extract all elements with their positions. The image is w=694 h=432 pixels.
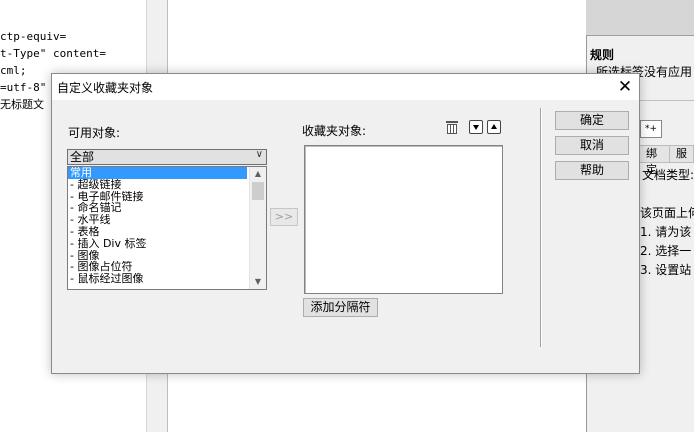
move-down-icon[interactable] bbox=[469, 120, 483, 134]
hint-line: 2. 选择一 bbox=[640, 244, 692, 258]
list-item[interactable]: - 鼠标经过图像 bbox=[68, 273, 247, 285]
rules-title: 规则 bbox=[590, 48, 615, 62]
trash-icon[interactable] bbox=[443, 120, 461, 134]
trash-lid bbox=[446, 121, 458, 123]
code-line: t-Type" content= bbox=[0, 47, 106, 60]
list-item[interactable]: - 电子邮件链接 bbox=[68, 191, 247, 203]
list-item[interactable]: - 表格 bbox=[68, 226, 247, 238]
available-objects-list[interactable]: 常用 - 超级链接 - 电子邮件链接 - 命名锚记 - 水平线 - 表格 - 插入 Div … bbox=[67, 166, 267, 290]
panel-divider bbox=[640, 100, 694, 101]
dialog-title: 自定义收藏夹对象 bbox=[57, 81, 154, 95]
favorites-objects-list[interactable] bbox=[304, 145, 503, 294]
list-item[interactable]: - 水平线 bbox=[68, 214, 247, 226]
dialog-titlebar[interactable]: 自定义收藏夹对象 ✕ bbox=[52, 74, 639, 100]
list-item[interactable]: - 超级链接 bbox=[68, 179, 247, 191]
add-separator-button[interactable]: 添加分隔符 bbox=[303, 298, 378, 317]
hint-line: 该页面上何 bbox=[640, 206, 694, 220]
list-item[interactable]: - 图像 bbox=[68, 250, 247, 262]
ok-button[interactable]: 确定 bbox=[555, 111, 629, 130]
code-line: ctp-equiv= bbox=[0, 30, 67, 43]
trash-can bbox=[447, 124, 457, 134]
list-scrollbar[interactable]: ▲ ▼ bbox=[249, 167, 266, 289]
list-item[interactable]: - 插入 Div 标签 bbox=[68, 238, 247, 250]
dialog-divider bbox=[540, 108, 542, 347]
scroll-down-icon[interactable]: ▼ bbox=[250, 275, 266, 289]
customize-favorites-dialog: 自定义收藏夹对象 ✕ 可用对象: 全部 ∨ 常用 - 超级链接 - 电子邮件链接 - … bbox=[51, 73, 640, 374]
scroll-up-icon[interactable]: ▲ bbox=[250, 167, 266, 181]
favorites-objects-label: 收藏夹对象: bbox=[302, 124, 367, 138]
help-button[interactable]: 帮助 bbox=[555, 161, 629, 180]
right-panel-header bbox=[586, 0, 694, 36]
chevron-down-icon: ∨ bbox=[255, 149, 263, 160]
close-icon[interactable]: ✕ bbox=[611, 74, 639, 100]
panel-tabs: 绑定 服 bbox=[640, 145, 694, 176]
category-dropdown-value: 全部 bbox=[70, 150, 95, 164]
tab-server[interactable]: 服 bbox=[670, 146, 694, 162]
hint-line: 1. 请为该 bbox=[640, 225, 692, 239]
doctype-label: 文档类型: bbox=[642, 168, 694, 182]
add-to-favorites-button[interactable]: >> bbox=[270, 208, 298, 226]
tab-bindings[interactable]: 绑定 bbox=[640, 146, 670, 176]
hint-line: 3. 设置站 bbox=[640, 263, 692, 277]
move-up-icon[interactable] bbox=[487, 120, 501, 134]
scroll-thumb[interactable] bbox=[252, 182, 264, 200]
list-item[interactable]: - 命名锚记 bbox=[68, 202, 247, 214]
available-objects-label: 可用对象: bbox=[68, 126, 121, 140]
cancel-button[interactable]: 取消 bbox=[555, 136, 629, 155]
list-item[interactable]: - 图像占位符 bbox=[68, 261, 247, 273]
panel-hint-text: 该页面上何 1. 请为该 2. 选择一 3. 设置站 bbox=[640, 204, 694, 280]
category-dropdown[interactable]: 全部 ∨ bbox=[67, 149, 267, 165]
list-item[interactable]: 常用 bbox=[68, 167, 247, 179]
add-rule-icon[interactable]: *+ bbox=[640, 120, 662, 138]
